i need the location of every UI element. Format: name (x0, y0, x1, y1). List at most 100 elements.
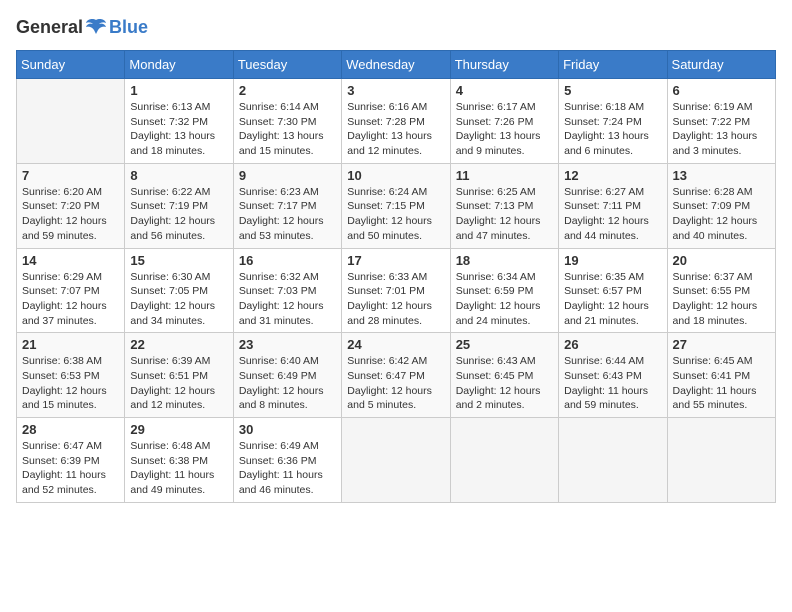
calendar-cell: 19Sunrise: 6:35 AM Sunset: 6:57 PM Dayli… (559, 248, 667, 333)
calendar-cell: 10Sunrise: 6:24 AM Sunset: 7:15 PM Dayli… (342, 163, 450, 248)
day-content: Sunrise: 6:45 AM Sunset: 6:41 PM Dayligh… (673, 354, 770, 413)
day-number: 22 (130, 337, 227, 352)
calendar-cell: 20Sunrise: 6:37 AM Sunset: 6:55 PM Dayli… (667, 248, 775, 333)
weekday-header-sunday: Sunday (17, 51, 125, 79)
calendar-cell: 18 Sunrise: 6:34 AM Sunset: 6:59 PM Dayli… (450, 248, 558, 333)
day-content: Sunrise: 6:44 AM Sunset: 6:43 PM Dayligh… (564, 354, 661, 413)
calendar-cell: 4 Sunrise: 6:17 AM Sunset: 7:26 PM Daylig… (450, 79, 558, 164)
calendar-cell: 6 Sunrise: 6:19 AM Sunset: 7:22 PM Daylig… (667, 79, 775, 164)
day-number: 25 (456, 337, 553, 352)
day-content: Sunrise: 6:17 AM Sunset: 7:26 PM Dayligh… (456, 100, 553, 159)
logo-blue: Blue (109, 17, 148, 38)
logo: General Blue (16, 16, 148, 38)
calendar-cell: 17 Sunrise: 6:33 AM Sunset: 7:01 PM Dayli… (342, 248, 450, 333)
calendar-cell: 16 Sunrise: 6:32 AM Sunset: 7:03 PM Dayli… (233, 248, 341, 333)
calendar-cell: 11 Sunrise: 6:25 AM Sunset: 7:13 PM Dayli… (450, 163, 558, 248)
calendar-cell: 1 Sunrise: 6:13 AM Sunset: 7:32 PM Daylig… (125, 79, 233, 164)
day-content: Sunrise: 6:34 AM Sunset: 6:59 PM Dayligh… (456, 270, 553, 329)
calendar-week-5: 28Sunrise: 6:47 AM Sunset: 6:39 PM Dayli… (17, 418, 776, 503)
day-number: 12 (564, 168, 661, 183)
calendar-cell: 14 Sunrise: 6:29 AM Sunset: 7:07 PM Dayli… (17, 248, 125, 333)
calendar-cell: 5Sunrise: 6:18 AM Sunset: 7:24 PM Daylig… (559, 79, 667, 164)
day-number: 21 (22, 337, 119, 352)
calendar-cell (559, 418, 667, 503)
day-number: 10 (347, 168, 444, 183)
day-content: Sunrise: 6:42 AM Sunset: 6:47 PM Dayligh… (347, 354, 444, 413)
day-content: Sunrise: 6:27 AM Sunset: 7:11 PM Dayligh… (564, 185, 661, 244)
day-number: 24 (347, 337, 444, 352)
day-content: Sunrise: 6:28 AM Sunset: 7:09 PM Dayligh… (673, 185, 770, 244)
calendar-cell: 29 Sunrise: 6:48 AM Sunset: 6:38 PM Dayli… (125, 418, 233, 503)
logo-bird-icon (85, 16, 107, 38)
day-number: 16 (239, 253, 336, 268)
day-content: Sunrise: 6:30 AM Sunset: 7:05 PM Dayligh… (130, 270, 227, 329)
day-number: 7 (22, 168, 119, 183)
weekday-header-wednesday: Wednesday (342, 51, 450, 79)
day-number: 6 (673, 83, 770, 98)
day-content: Sunrise: 6:40 AM Sunset: 6:49 PM Dayligh… (239, 354, 336, 413)
day-number: 13 (673, 168, 770, 183)
day-number: 3 (347, 83, 444, 98)
day-content: Sunrise: 6:43 AM Sunset: 6:45 PM Dayligh… (456, 354, 553, 413)
calendar-cell: 2 Sunrise: 6:14 AM Sunset: 7:30 PM Daylig… (233, 79, 341, 164)
day-content: Sunrise: 6:37 AM Sunset: 6:55 PM Dayligh… (673, 270, 770, 329)
day-number: 15 (130, 253, 227, 268)
day-number: 4 (456, 83, 553, 98)
calendar-cell (17, 79, 125, 164)
day-number: 18 (456, 253, 553, 268)
calendar-cell (342, 418, 450, 503)
day-content: Sunrise: 6:33 AM Sunset: 7:01 PM Dayligh… (347, 270, 444, 329)
calendar-cell: 22 Sunrise: 6:39 AM Sunset: 6:51 PM Dayli… (125, 333, 233, 418)
calendar-cell: 12 Sunrise: 6:27 AM Sunset: 7:11 PM Dayli… (559, 163, 667, 248)
calendar-week-1: 1 Sunrise: 6:13 AM Sunset: 7:32 PM Daylig… (17, 79, 776, 164)
day-number: 11 (456, 168, 553, 183)
day-content: Sunrise: 6:29 AM Sunset: 7:07 PM Dayligh… (22, 270, 119, 329)
calendar-cell (667, 418, 775, 503)
day-number: 1 (130, 83, 227, 98)
calendar-cell: 3 Sunrise: 6:16 AM Sunset: 7:28 PM Daylig… (342, 79, 450, 164)
calendar-cell: 23 Sunrise: 6:40 AM Sunset: 6:49 PM Dayli… (233, 333, 341, 418)
day-number: 2 (239, 83, 336, 98)
day-number: 29 (130, 422, 227, 437)
day-content: Sunrise: 6:32 AM Sunset: 7:03 PM Dayligh… (239, 270, 336, 329)
calendar-week-4: 21Sunrise: 6:38 AM Sunset: 6:53 PM Dayli… (17, 333, 776, 418)
day-content: Sunrise: 6:19 AM Sunset: 7:22 PM Dayligh… (673, 100, 770, 159)
day-content: Sunrise: 6:25 AM Sunset: 7:13 PM Dayligh… (456, 185, 553, 244)
calendar-cell: 28Sunrise: 6:47 AM Sunset: 6:39 PM Dayli… (17, 418, 125, 503)
calendar-table: SundayMondayTuesdayWednesdayThursdayFrid… (16, 50, 776, 503)
weekday-header-row: SundayMondayTuesdayWednesdayThursdayFrid… (17, 51, 776, 79)
day-content: Sunrise: 6:39 AM Sunset: 6:51 PM Dayligh… (130, 354, 227, 413)
day-number: 23 (239, 337, 336, 352)
day-content: Sunrise: 6:48 AM Sunset: 6:38 PM Dayligh… (130, 439, 227, 498)
day-number: 30 (239, 422, 336, 437)
day-content: Sunrise: 6:14 AM Sunset: 7:30 PM Dayligh… (239, 100, 336, 159)
calendar-week-2: 7Sunrise: 6:20 AM Sunset: 7:20 PM Daylig… (17, 163, 776, 248)
calendar-cell (450, 418, 558, 503)
day-content: Sunrise: 6:22 AM Sunset: 7:19 PM Dayligh… (130, 185, 227, 244)
calendar-cell: 27Sunrise: 6:45 AM Sunset: 6:41 PM Dayli… (667, 333, 775, 418)
day-content: Sunrise: 6:35 AM Sunset: 6:57 PM Dayligh… (564, 270, 661, 329)
weekday-header-monday: Monday (125, 51, 233, 79)
day-content: Sunrise: 6:13 AM Sunset: 7:32 PM Dayligh… (130, 100, 227, 159)
calendar-cell: 15 Sunrise: 6:30 AM Sunset: 7:05 PM Dayli… (125, 248, 233, 333)
day-number: 26 (564, 337, 661, 352)
calendar-week-3: 14 Sunrise: 6:29 AM Sunset: 7:07 PM Dayli… (17, 248, 776, 333)
calendar-cell: 24 Sunrise: 6:42 AM Sunset: 6:47 PM Dayli… (342, 333, 450, 418)
weekday-header-saturday: Saturday (667, 51, 775, 79)
page-header: General Blue (16, 16, 776, 38)
day-number: 14 (22, 253, 119, 268)
calendar-cell: 26 Sunrise: 6:44 AM Sunset: 6:43 PM Dayli… (559, 333, 667, 418)
day-number: 28 (22, 422, 119, 437)
logo-general: General (16, 17, 83, 38)
calendar-cell: 9Sunrise: 6:23 AM Sunset: 7:17 PM Daylig… (233, 163, 341, 248)
calendar-cell: 7Sunrise: 6:20 AM Sunset: 7:20 PM Daylig… (17, 163, 125, 248)
calendar-cell: 30Sunrise: 6:49 AM Sunset: 6:36 PM Dayli… (233, 418, 341, 503)
day-content: Sunrise: 6:16 AM Sunset: 7:28 PM Dayligh… (347, 100, 444, 159)
day-number: 8 (130, 168, 227, 183)
day-content: Sunrise: 6:18 AM Sunset: 7:24 PM Dayligh… (564, 100, 661, 159)
day-number: 17 (347, 253, 444, 268)
calendar-cell: 8 Sunrise: 6:22 AM Sunset: 7:19 PM Daylig… (125, 163, 233, 248)
weekday-header-thursday: Thursday (450, 51, 558, 79)
weekday-header-friday: Friday (559, 51, 667, 79)
day-number: 9 (239, 168, 336, 183)
